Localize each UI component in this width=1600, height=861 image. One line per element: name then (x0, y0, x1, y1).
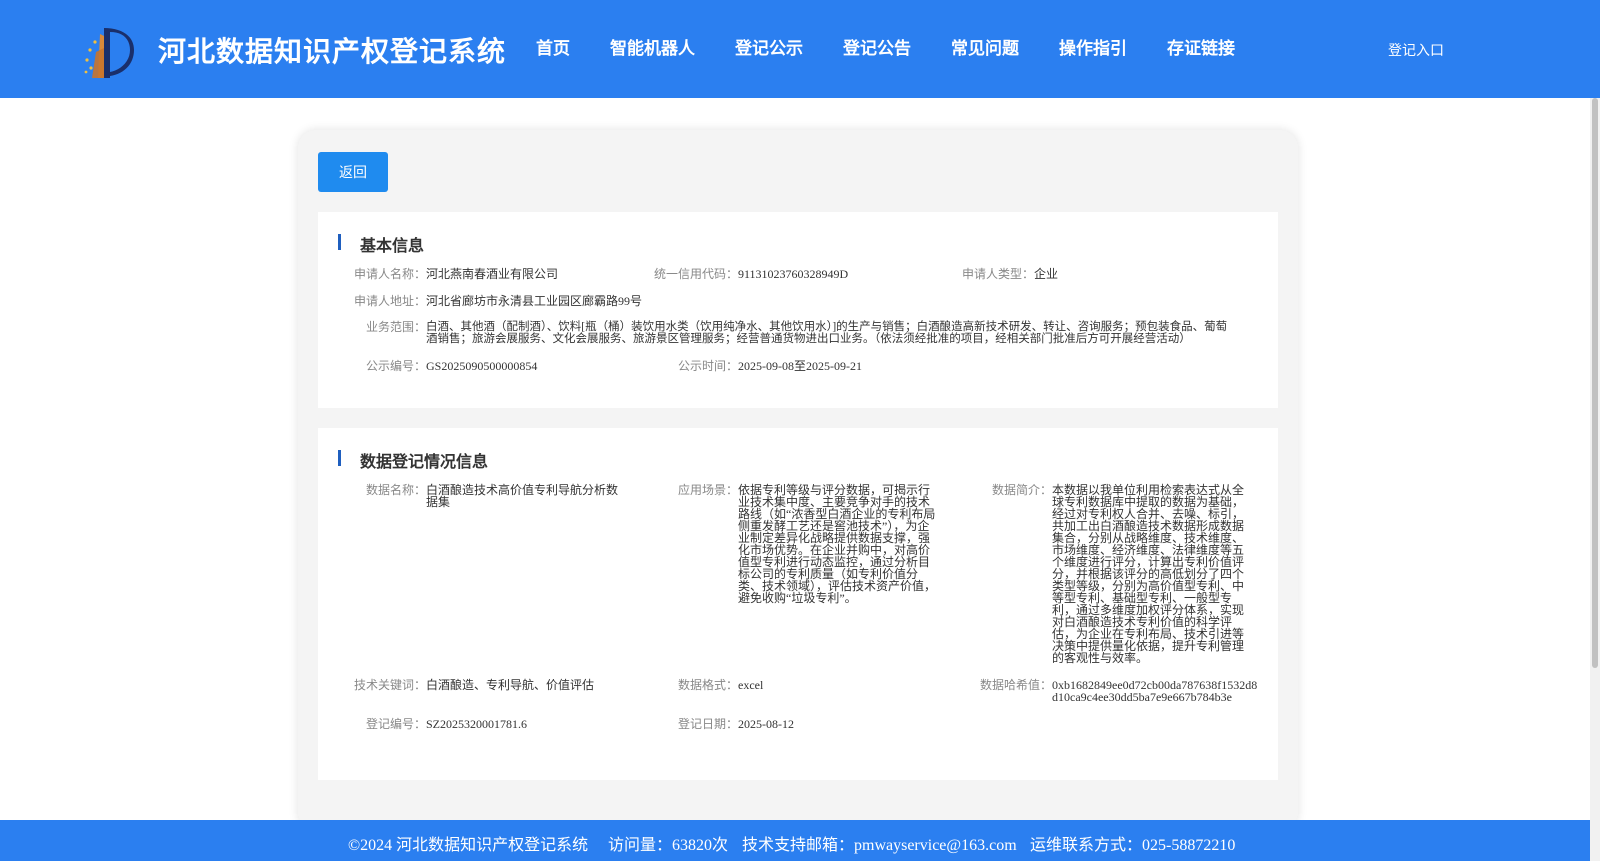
applicant-name-label: 申请人名称： (354, 267, 427, 281)
basic-info-section: 基本信息 申请人名称： 河北燕南春酒业有限公司 统一信用代码： 91131023… (318, 212, 1278, 408)
pub-time-field: 公示时间： 2025-09-08至2025-09-21 (668, 360, 862, 372)
page-footer: ©2024 河北数据知识产权登记系统 访问量：63820次 技术支持邮箱：pmw… (0, 820, 1590, 861)
hash-value: 0xb1682849ee0d72cb00da787638f1532d8d10ca… (1052, 678, 1258, 704)
keywords-value: 白酒酿造、专利导航、价值评估 (426, 678, 595, 692)
applicant-type-field: 申请人类型： 企业 (948, 268, 1058, 280)
business-scope-label: 业务范围： (365, 320, 426, 334)
footer-visits: 访问量：63820次 (608, 837, 729, 854)
address-value: 河北省廊坊市永清县工业园区廊霸路99号 (426, 294, 643, 308)
nav-home[interactable]: 首页 (527, 34, 579, 59)
emblem-logo-icon (84, 28, 134, 78)
reg-no-label: 登记编号： (365, 717, 426, 731)
format-value: excel (738, 678, 764, 692)
applicant-type-label: 申请人类型： (961, 267, 1034, 281)
scenario-value: 依据专利等级与评分数据，可揭示行业技术集中度、主要竞争对手的技术路线（如“浓香型… (738, 483, 937, 605)
hash-field: 数据哈希值： 0xb1682849ee0d72cb00da787638f1532… (948, 679, 1258, 703)
data-name-label: 数据名称： (365, 483, 426, 497)
site-title: 河北数据知识产权登记系统 (158, 35, 507, 68)
back-button[interactable]: 返回 (318, 152, 388, 192)
applicant-type-value: 企业 (1034, 267, 1059, 281)
format-label: 数据格式： (677, 678, 738, 692)
keywords-label: 技术关键词： (354, 678, 427, 692)
keywords-field: 技术关键词： 白酒酿造、专利导航、价值评估 (354, 679, 594, 691)
data-intro-field: 数据简介： 本数据以我单位利用检索表达式从全球专利数据库中提取的数据为基础，经过… (982, 484, 1248, 664)
main-nav: 首页 智能机器人 登记公示 登记公告 常见问题 操作指引 存证链接 (516, 34, 1255, 59)
credit-code-field: 统一信用代码： 91131023760328949D (638, 268, 848, 280)
login-link[interactable]: 登记入口 (1388, 40, 1444, 60)
footer-email: 技术支持邮箱：pmwayservice@163.com (742, 837, 1017, 854)
scrollbar-thumb[interactable] (1592, 98, 1598, 668)
registration-info-title: 数据登记情况信息 (338, 448, 488, 472)
top-header: 河北数据知识产权登记系统 首页 智能机器人 登记公示 登记公告 常见问题 操作指… (0, 0, 1600, 98)
credit-code-value: 91131023760328949D (738, 267, 849, 281)
footer-copyright: ©2024 河北数据知识产权登记系统 (348, 837, 589, 854)
reg-no-value: SZ2025320001781.6 (426, 717, 528, 731)
nav-faq[interactable]: 常见问题 (942, 34, 1028, 59)
reg-no-field: 登记编号： SZ2025320001781.6 (354, 718, 527, 730)
nav-evidence-link[interactable]: 存证链接 (1158, 34, 1244, 59)
pub-no-value: GS2025090500000854 (426, 359, 538, 373)
reg-date-label: 登记日期： (677, 717, 738, 731)
data-intro-label: 数据简介： (991, 483, 1052, 497)
reg-date-value: 2025-08-12 (738, 717, 794, 731)
data-name-field: 数据名称： 白酒酿造技术高价值专利导航分析数据集 (354, 484, 622, 508)
address-label: 申请人地址： (354, 294, 427, 308)
pub-time-value: 2025-09-08至2025-09-21 (738, 359, 862, 373)
nav-robot[interactable]: 智能机器人 (601, 34, 704, 59)
credit-code-label: 统一信用代码： (653, 267, 738, 281)
data-intro-value: 本数据以我单位利用检索表达式从全球专利数据库中提取的数据为基础，经过对专利权人合… (1052, 483, 1245, 665)
scenario-label: 应用场景： (677, 483, 738, 497)
basic-info-title: 基本信息 (338, 232, 424, 256)
pub-no-label: 公示编号： (365, 359, 426, 373)
pub-no-field: 公示编号： GS2025090500000854 (354, 360, 537, 372)
footer-phone: 运维联系方式：025-58872210 (1030, 837, 1236, 854)
scenario-field: 应用场景： 依据专利等级与评分数据，可揭示行业技术集中度、主要竞争对手的技术路线… (668, 484, 936, 604)
registration-info-section: 数据登记情况信息 数据名称： 白酒酿造技术高价值专利导航分析数据集 应用场景： … (318, 428, 1278, 780)
hash-label: 数据哈希值： (979, 678, 1052, 692)
nav-guide[interactable]: 操作指引 (1050, 34, 1136, 59)
data-name-value: 白酒酿造技术高价值专利导航分析数据集 (426, 483, 619, 509)
applicant-name-field: 申请人名称： 河北燕南春酒业有限公司 (354, 268, 558, 280)
address-field: 申请人地址： 河北省廊坊市永清县工业园区廊霸路99号 (354, 295, 642, 307)
format-field: 数据格式： excel (668, 679, 763, 691)
detail-card: 返回 基本信息 申请人名称： 河北燕南春酒业有限公司 统一信用代码： 91131… (298, 130, 1298, 830)
reg-date-field: 登记日期： 2025-08-12 (668, 718, 794, 730)
business-scope-value: 白酒、其他酒（配制酒）、饮料[瓶（桶）装饮用水类（饮用纯净水、其他饮用水）]的生… (426, 321, 1228, 345)
nav-announcement[interactable]: 登记公告 (834, 34, 920, 59)
nav-publicity[interactable]: 登记公示 (726, 34, 812, 59)
pub-time-label: 公示时间： (677, 359, 738, 373)
business-scope-field: 业务范围： 白酒、其他酒（配制酒）、饮料[瓶（桶）装饮用水类（饮用纯净水、其他饮… (354, 321, 1244, 345)
applicant-name-value: 河北燕南春酒业有限公司 (426, 267, 559, 281)
